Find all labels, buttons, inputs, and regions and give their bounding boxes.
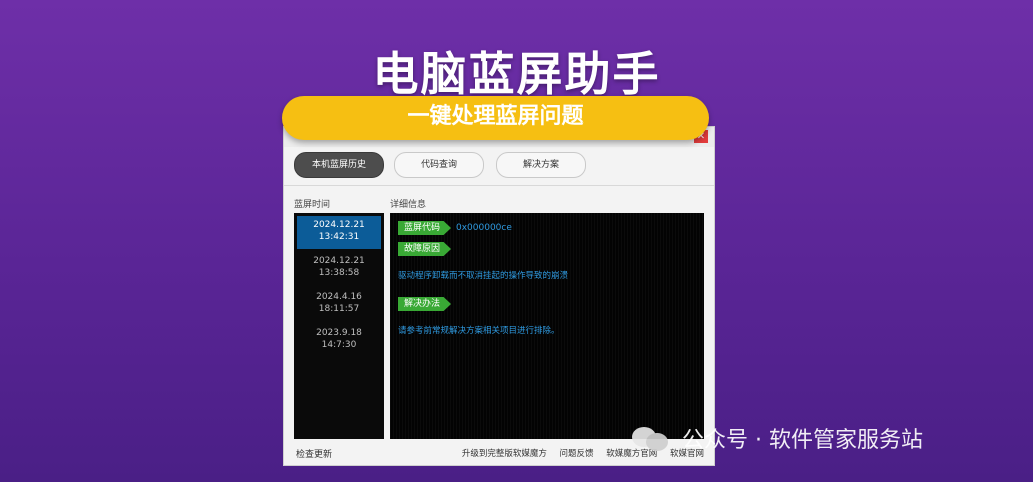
list-item[interactable]: 2024.12.21 13:38:58 [297,252,381,285]
list-item[interactable]: 2024.4.16 18:11:57 [297,288,381,321]
list-item[interactable]: 2024.12.21 13:42:31 [297,216,381,249]
history-list: 2024.12.21 13:42:31 2024.12.21 13:38:58 … [294,213,384,439]
history-time: 13:38:58 [318,268,360,278]
solution-text: 请参考前常规解决方案相关项目进行排除。 [398,326,560,336]
list-item[interactable]: 2023.9.18 14:7:30 [297,324,381,357]
history-date: 2024.4.16 [316,292,362,302]
solution-tag: 解决办法 [398,297,452,311]
watermark-text: 公众号 · 软件管家服务站 [682,428,923,453]
history-date: 2024.12.21 [313,220,365,230]
tab-code-lookup[interactable]: 代码查询 [394,152,484,178]
upgrade-link[interactable]: 升级到完整版软媒魔方 [462,449,547,459]
feedback-link[interactable]: 问题反馈 [560,449,594,459]
history-time: 13:42:31 [318,232,360,242]
history-header: 蓝屏时间 [294,200,331,210]
bsod-code: 0x000000ce [456,223,512,233]
subtitle-banner: 一键处理蓝屏问题 [282,96,709,140]
detail-header: 详细信息 [390,200,427,210]
history-date: 2024.12.21 [313,256,365,266]
headline: 电脑蓝屏助手 [372,47,661,101]
tab-solutions[interactable]: 解决方案 [496,152,586,178]
watermark: 公众号 · 软件管家服务站 [632,422,923,454]
detail-panel: 蓝屏代码 0x000000ce 故障原因 驱动程序卸载而不取消挂起的操作导致的崩… [390,213,704,439]
check-update-link[interactable]: 检查更新 [296,447,332,460]
app-window: 电脑蓝屏助手 ✕ 本机蓝屏历史 代码查询 解决方案 蓝屏时间 详细信息 2024… [283,126,715,466]
divider [284,185,714,186]
cause-tag: 故障原因 [398,242,452,256]
history-time: 14:7:30 [321,340,357,350]
history-date: 2023.9.18 [316,328,362,338]
code-tag: 蓝屏代码 [398,221,452,235]
history-time: 18:11:57 [318,304,360,314]
tab-history[interactable]: 本机蓝屏历史 [294,152,384,178]
cause-text: 驱动程序卸载而不取消挂起的操作导致的崩溃 [398,271,569,281]
wechat-icon [632,423,672,453]
